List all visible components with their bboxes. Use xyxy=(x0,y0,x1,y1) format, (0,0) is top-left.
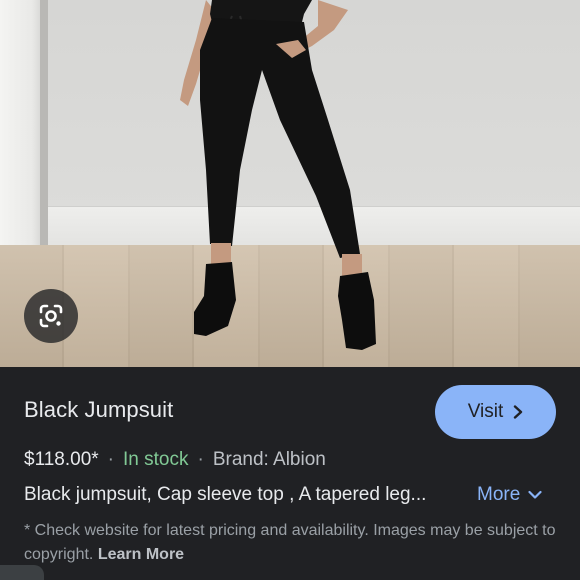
more-button[interactable]: More xyxy=(477,484,542,506)
chevron-right-icon xyxy=(514,405,523,419)
separator-dot: · xyxy=(107,449,114,470)
chevron-down-icon xyxy=(528,490,542,499)
product-description: Black jumpsuit, Cap sleeve top , A taper… xyxy=(24,484,427,505)
visit-button[interactable]: Visit xyxy=(435,385,556,439)
product-title: Black Jumpsuit xyxy=(24,397,174,422)
product-meta-row: $118.00* · In stock · Brand: Albion xyxy=(24,449,326,471)
disclaimer: * Check website for latest pricing and a… xyxy=(24,519,564,567)
learn-more-link[interactable]: Learn More xyxy=(98,546,184,563)
visit-label: Visit xyxy=(467,401,504,422)
more-label: More xyxy=(477,484,521,505)
model-figure xyxy=(180,0,376,350)
product-image[interactable] xyxy=(0,0,580,367)
google-lens-icon xyxy=(39,304,63,328)
brand: Brand: Albion xyxy=(212,449,326,470)
stock-status: In stock xyxy=(123,449,189,470)
google-lens-button[interactable] xyxy=(24,289,78,343)
separator-dot: · xyxy=(197,449,204,470)
price: $118.00* xyxy=(24,449,99,470)
partial-object xyxy=(0,565,44,580)
